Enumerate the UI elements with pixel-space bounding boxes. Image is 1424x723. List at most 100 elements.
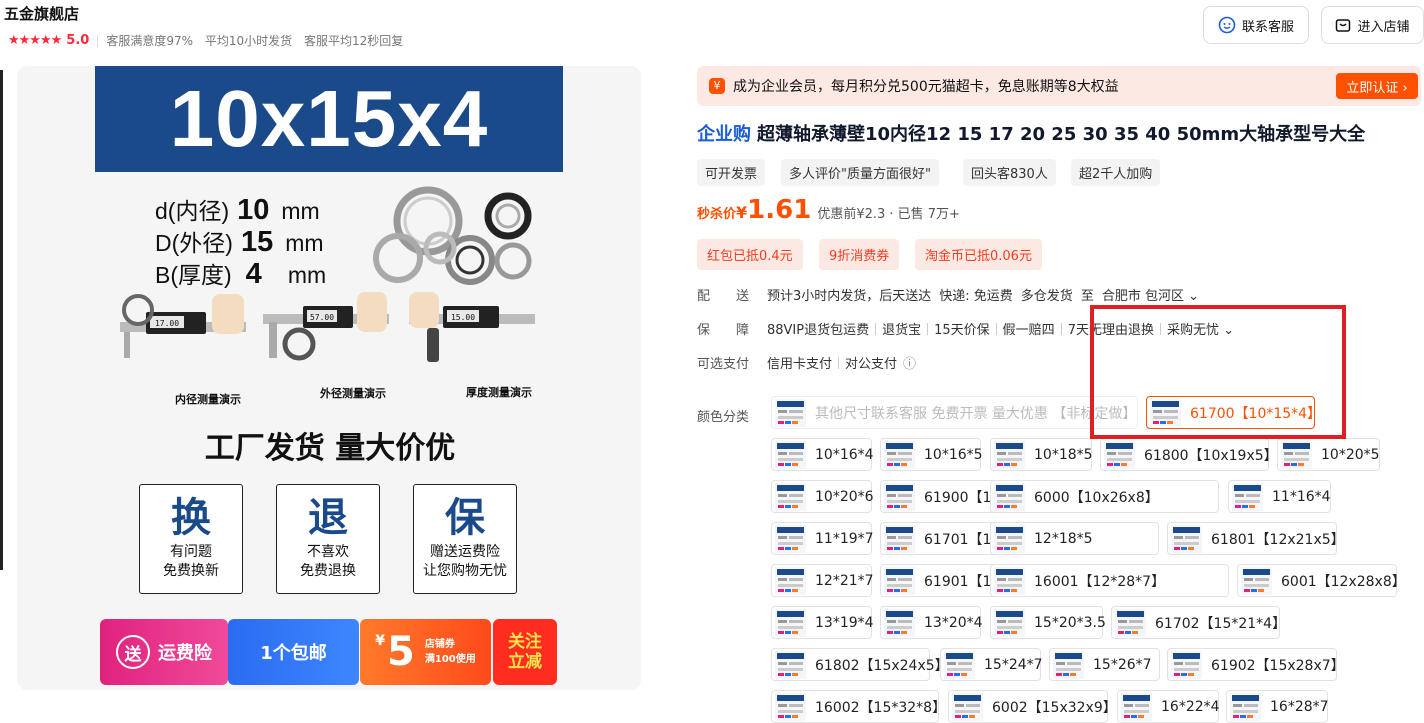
sku-option[interactable]: 12*18*5 (990, 522, 1159, 555)
avg-reply: 客服平均12秒回复 (303, 34, 404, 48)
color-category-label: 颜色分类 (697, 410, 750, 425)
sku-label: 16002【15*32*8】 (815, 699, 947, 716)
product-title: 企业购 超薄轴承薄壁10内径12 15 17 20 25 30 35 40 50m… (697, 120, 1365, 146)
rating-stars: ★★★★★ (8, 33, 62, 48)
sku-thumbnail-icon (1281, 440, 1312, 469)
sku-option[interactable]: 6000【10x26x8】 (990, 480, 1219, 513)
dim-label: d(内径) (155, 198, 230, 224)
guarantee-line: 赠送运费险 (430, 544, 500, 560)
sku-thumbnail-icon (1171, 524, 1202, 553)
guarantee-char: 换 (171, 495, 211, 541)
sku-label: 61902【15x28x7】 (1211, 657, 1345, 674)
sku-option[interactable]: 16002【15*32*8】 (771, 690, 946, 723)
tag-invoice: 可开发票 (697, 159, 766, 186)
sku-label: 16*28*7 (1270, 698, 1329, 715)
payment-credit-card: 信用卡支付 (767, 357, 833, 372)
sku-thumbnail-icon (952, 692, 983, 721)
promo-follow: 关注 立减 (493, 619, 557, 685)
guarantee-item: 88VIP退货包运费 (767, 323, 870, 338)
sku-thumbnail-icon (994, 524, 1025, 553)
delivery-label: 配 送 (697, 289, 750, 304)
sku-label: 10*16*5 (924, 446, 983, 463)
sku-label: 15*26*7 (1093, 656, 1152, 673)
coupon-line: 店铺券 (424, 639, 455, 650)
sku-option[interactable]: 16*28*7 (1226, 690, 1329, 723)
sku-option[interactable]: 16001【12*28*7】 (990, 564, 1229, 597)
sku-option[interactable]: 10*18*5 (990, 438, 1093, 471)
guarantee-item: 退货宝 (882, 323, 922, 338)
sku-thumbnail-icon (884, 524, 915, 553)
product-title-text: 超薄轴承薄壁10内径12 15 17 20 25 30 35 40 50mm大轴… (757, 124, 1366, 145)
size-banner: 10x15x4 (95, 66, 563, 172)
dim-unit: mm (281, 198, 320, 224)
guarantee-insurance: 保 赠送运费险 让您购物无忧 (413, 484, 517, 594)
sku-thumbnail-icon (775, 608, 806, 637)
guarantee-line: 不喜欢 (307, 544, 349, 560)
price-currency: ¥ (736, 203, 748, 222)
caliper-label-thickness: 厚度测量演示 (466, 386, 532, 399)
sku-label: 16001【12*28*7】 (1034, 573, 1166, 590)
sku-option[interactable]: 61802【15x24x5】 (771, 648, 949, 681)
thumbnail-strip[interactable] (0, 70, 3, 570)
contact-service-button[interactable]: 联系客服 (1203, 6, 1309, 44)
sku-thumbnail-icon (884, 566, 915, 595)
sku-option[interactable]: 10*20*6 (771, 480, 874, 513)
sku-option[interactable]: 61801【12x21x5】 (1167, 522, 1345, 555)
sku-option[interactable]: 10*20*5 (1277, 438, 1380, 471)
dim-thickness: B(厚度) 4 mm (155, 256, 326, 291)
sku-thumbnail-icon (775, 692, 806, 721)
sku-label: 61800【10x19x5】 (1144, 447, 1278, 464)
bearings-illustration (373, 186, 532, 285)
sku-option[interactable]: 其他尺寸联系客服 免费开票 量大优惠 【非标定做】 (771, 396, 1138, 429)
delivery-row: 配 送 预计3小时内发货，后天送达 快递: 免运费 多仓发货 至 合肥市 包河区… (697, 285, 1199, 304)
sku-label: 6001【12x28x8】 (1281, 573, 1406, 590)
sku-option[interactable]: 15*20*3.5 (990, 606, 1106, 639)
sku-thumbnail-icon (775, 440, 806, 469)
sku-option[interactable]: 6001【12x28x8】 (1237, 564, 1406, 597)
sku-option[interactable]: 11*19*7 (771, 522, 874, 555)
sku-option[interactable]: 13*19*4 (771, 606, 874, 639)
delivery-address-select[interactable]: 合肥市 包河区 ⌄ (1102, 285, 1199, 304)
sku-label: 15*24*7 (984, 656, 1043, 673)
sku-label: 61702【15*21*4】 (1155, 615, 1287, 632)
store-rating: ★★★★★ 5.0 客服满意度97% 平均10小时发货 客服平均12秒回复 (8, 32, 411, 49)
sku-option[interactable]: 61902【15x28x7】 (1167, 648, 1345, 681)
insurance-badge-icon: 送 (116, 635, 150, 669)
enterprise-member-banner: ¥ 成为企业会员，每月积分兑500元猫超卡，免息账期等8大权益 立即认证 › (697, 66, 1421, 106)
sku-label: 13*20*4 (924, 614, 983, 631)
sku-option[interactable]: 15*24*7 (940, 648, 1043, 681)
price-value: 1.61 (747, 195, 812, 225)
chevron-down-icon: ⌄ (1188, 289, 1200, 304)
sku-option[interactable]: 6002【15x32x9】 (948, 690, 1117, 723)
coupon-discount[interactable]: 9折消费券 (819, 239, 900, 270)
sku-option[interactable]: 15*26*7 (1049, 648, 1160, 681)
coupon-redpacket[interactable]: 红包已抵0.4元 (697, 239, 803, 270)
tag-repeat-customers: 回头客830人 (963, 159, 1056, 186)
enter-store-button[interactable]: 进入店铺 (1321, 6, 1424, 44)
sku-thumbnail-icon (1232, 482, 1263, 511)
dim-inner: d(内径) 10 mm (155, 192, 320, 227)
divider (1060, 322, 1062, 335)
sku-option[interactable]: 11*16*4 (1228, 480, 1331, 513)
verify-now-button[interactable]: 立即认证 › (1336, 73, 1418, 99)
rating-score: 5.0 (66, 33, 90, 48)
tag-add-to-cart-count: 超2千人加购 (1071, 159, 1161, 186)
sku-thumbnail-icon (994, 482, 1025, 511)
sku-label: 61801【12x21x5】 (1211, 531, 1345, 548)
caliper-readout: 17.00 (155, 319, 179, 328)
coupon-taojinbi[interactable]: 淘金币已抵0.06元 (915, 239, 1042, 270)
guarantee-line: 有问题 (170, 544, 212, 560)
info-icon[interactable]: ⓘ (903, 353, 916, 372)
payment-label: 可选支付 (697, 357, 750, 372)
sku-option[interactable]: 12*21*7 (771, 564, 874, 597)
sku-option[interactable]: 16*22*4 (1117, 690, 1220, 723)
tag-reviews[interactable]: 多人评价"质量方面很好" (781, 159, 939, 186)
sku-option[interactable]: 10*16*5 (880, 438, 983, 471)
sku-option[interactable]: 10*16*4 (771, 438, 874, 471)
sku-option[interactable]: 61800【10x19x5】 (1100, 438, 1278, 471)
store-name[interactable]: 五金旗舰店 (4, 3, 79, 24)
sku-option[interactable]: 13*20*4 (880, 606, 983, 639)
divider (97, 34, 99, 47)
sku-label: 10*20*5 (1321, 446, 1380, 463)
sku-option[interactable]: 61702【15*21*4】 (1111, 606, 1286, 639)
